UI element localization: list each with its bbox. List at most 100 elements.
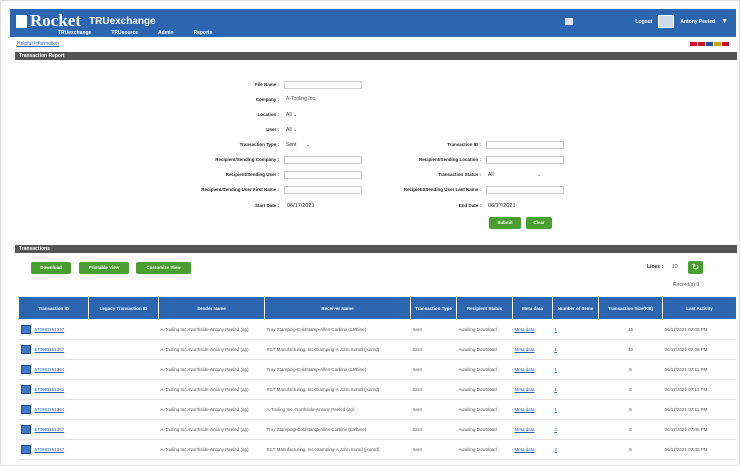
transaction-id-link[interactable]: 670991161357 [35,327,65,332]
end-date-input[interactable]: 06/17/2021 [488,202,516,210]
logout-link[interactable]: Logout [635,19,652,25]
lines-select[interactable]: 10 [672,264,678,270]
user-name[interactable]: Antony Peeled [680,19,715,25]
cell-sender: A-Tooling Inc.-Northside-Antony Peeled (… [158,439,265,460]
user-select[interactable]: All ⌄ [286,126,297,134]
col-transaction-id-header[interactable]: Transaction ID [18,296,89,320]
items-link[interactable]: 2 [555,427,558,432]
meta-data-link[interactable]: Meta data [515,367,535,372]
items-link[interactable]: 1 [555,347,558,352]
col-recipient-status-header[interactable]: Recipient Status [456,296,513,320]
notification-flag-icon[interactable] [565,18,574,25]
language-flag-icon[interactable] [722,42,729,46]
cell-type: Sent [410,459,457,465]
cell-transaction-id: 670991161367 [18,439,89,460]
transaction-status-select[interactable]: All ⌄ [488,171,548,179]
document-icon[interactable] [20,425,31,434]
clear-button[interactable]: Clear [526,217,552,229]
language-flag-icon[interactable] [714,42,721,46]
brand-logo[interactable]: Rocket TRUexchange [16,11,156,31]
document-icon[interactable] [20,445,31,454]
cell-transaction-id: 670991161364 [18,399,89,420]
col-receiver-name-header[interactable]: Receiver Name [264,296,411,320]
customize-view-button[interactable]: Customize View [136,262,191,274]
transaction-id-link[interactable]: 670991161367 [35,447,65,452]
items-link[interactable]: 1 [555,367,558,372]
col-sender-name-header[interactable]: Sender Name [158,296,265,320]
col-number-of-items-header[interactable]: Number of Items [552,296,599,320]
language-flag-icon[interactable] [690,42,697,46]
items-link[interactable]: 1 [555,327,558,332]
col-last-activity-header[interactable]: Last Activity [662,296,737,320]
meta-data-link[interactable]: Meta data [515,447,535,452]
cell-meta: Meta data [512,399,553,420]
cell-size: 8 [598,399,663,420]
items-link[interactable]: 1 [555,407,558,412]
transaction-id-link[interactable]: 670991161367 [35,427,65,432]
meta-data-link[interactable]: Meta data [515,407,535,412]
rocket-logo-icon [16,14,27,28]
recipient-location-input[interactable] [486,156,564,164]
cell-last-activity: 06/17/2021 07:48 PM [662,459,737,465]
table-row[interactable]: 670991161367 A-Tooling Inc.-Northside-Ant… [18,459,737,465]
chevron-down-icon[interactable]: ▼ [721,18,728,25]
location-select[interactable]: All ⌄ [286,111,297,119]
last-name-input[interactable] [486,186,564,194]
col-meta-data-header[interactable]: Meta data [512,296,553,320]
help-link[interactable]: Helpful Information [17,41,59,47]
transaction-id-input[interactable] [486,141,564,149]
last-name-row: Recipient/Sending User Last Name : [361,187,481,192]
meta-data-link[interactable]: Meta data [515,387,535,392]
table-row[interactable]: 670991161363 A-Tooling Inc.-Northside-Ant… [18,379,737,400]
meta-data-link[interactable]: Meta data [515,327,535,332]
language-flag-icon[interactable] [698,42,705,46]
document-icon[interactable] [20,405,31,414]
meta-data-link[interactable]: Meta data [515,347,535,352]
cell-receiver: Troy Stamping-Coldstamp-Allen Carbine (c… [264,359,411,380]
col-transaction-size-header[interactable]: Transaction Size(KB) [598,296,663,320]
table-row[interactable]: 670991161364 A-Tooling Inc.-Northside-Ant… [18,359,737,380]
col-transaction-type-header[interactable]: Transaction Type [410,296,457,320]
document-icon[interactable] [20,345,31,354]
transaction-id-wrap: 670991161357 [20,325,87,334]
transaction-id-link[interactable]: 670991161363 [35,387,65,392]
table-row[interactable]: 670991161364 A-Tooling Inc.-Northside-Ant… [18,399,737,420]
cell-status: Awaiting Download [456,319,513,340]
meta-data-link[interactable]: Meta data [515,427,535,432]
end-date-label: End Date : [458,203,481,208]
file-name-input[interactable] [284,81,362,89]
refresh-button[interactable]: ↻ [688,261,703,274]
items-link[interactable]: 2 [555,447,558,452]
table-row[interactable]: 670991161367 A-Tooling Inc.-Northside-Ant… [18,339,737,360]
transaction-id-link[interactable]: 670991161364 [35,367,65,372]
document-icon[interactable] [20,365,31,374]
nav-admin[interactable]: Admin [158,30,174,36]
nav-truexchange[interactable]: TRUexchange [58,30,91,36]
avatar[interactable] [658,15,675,28]
recipient-location-label: Recipient/Sending Location : [418,157,481,162]
submit-button[interactable]: Submit [489,217,521,229]
start-date-input[interactable]: 06/17/2021 [287,202,315,210]
document-icon[interactable] [20,385,31,394]
transaction-id-link[interactable]: 670991161367 [35,347,65,352]
first-name-input[interactable] [284,186,362,194]
cell-transaction-id: 670991161367 [18,339,89,360]
col-legacy-id-header[interactable]: Legacy Transaction ID [88,296,159,320]
table-row[interactable]: 670991161357 A-Tooling Inc.-Northside-Ant… [18,319,737,340]
table-row[interactable]: 670991161367 A-Tooling Inc.-Northside-Ant… [18,439,737,460]
language-flag-icon[interactable] [706,42,713,46]
table-row[interactable]: 670991161367 A-Tooling Inc.-Northside-Ant… [18,419,737,440]
recipient-company-input[interactable] [284,156,362,164]
transaction-type-select[interactable]: Sent ⌄ [286,141,316,149]
download-button[interactable]: Download [31,262,71,274]
items-link[interactable]: 1 [555,387,558,392]
nav-trusource[interactable]: TRUsource [111,30,138,36]
document-icon[interactable] [20,325,31,334]
transaction-id-wrap: 670991161367 [20,445,87,454]
transactions-table: Transaction ID Legacy Transaction ID Sende… [18,296,737,465]
printable-view-button[interactable]: Printable View [79,262,129,274]
nav-reports[interactable]: Reports [194,30,213,36]
cell-items: 1 [552,379,599,400]
recipient-user-input[interactable] [284,171,362,179]
transaction-id-link[interactable]: 670991161364 [35,407,65,412]
